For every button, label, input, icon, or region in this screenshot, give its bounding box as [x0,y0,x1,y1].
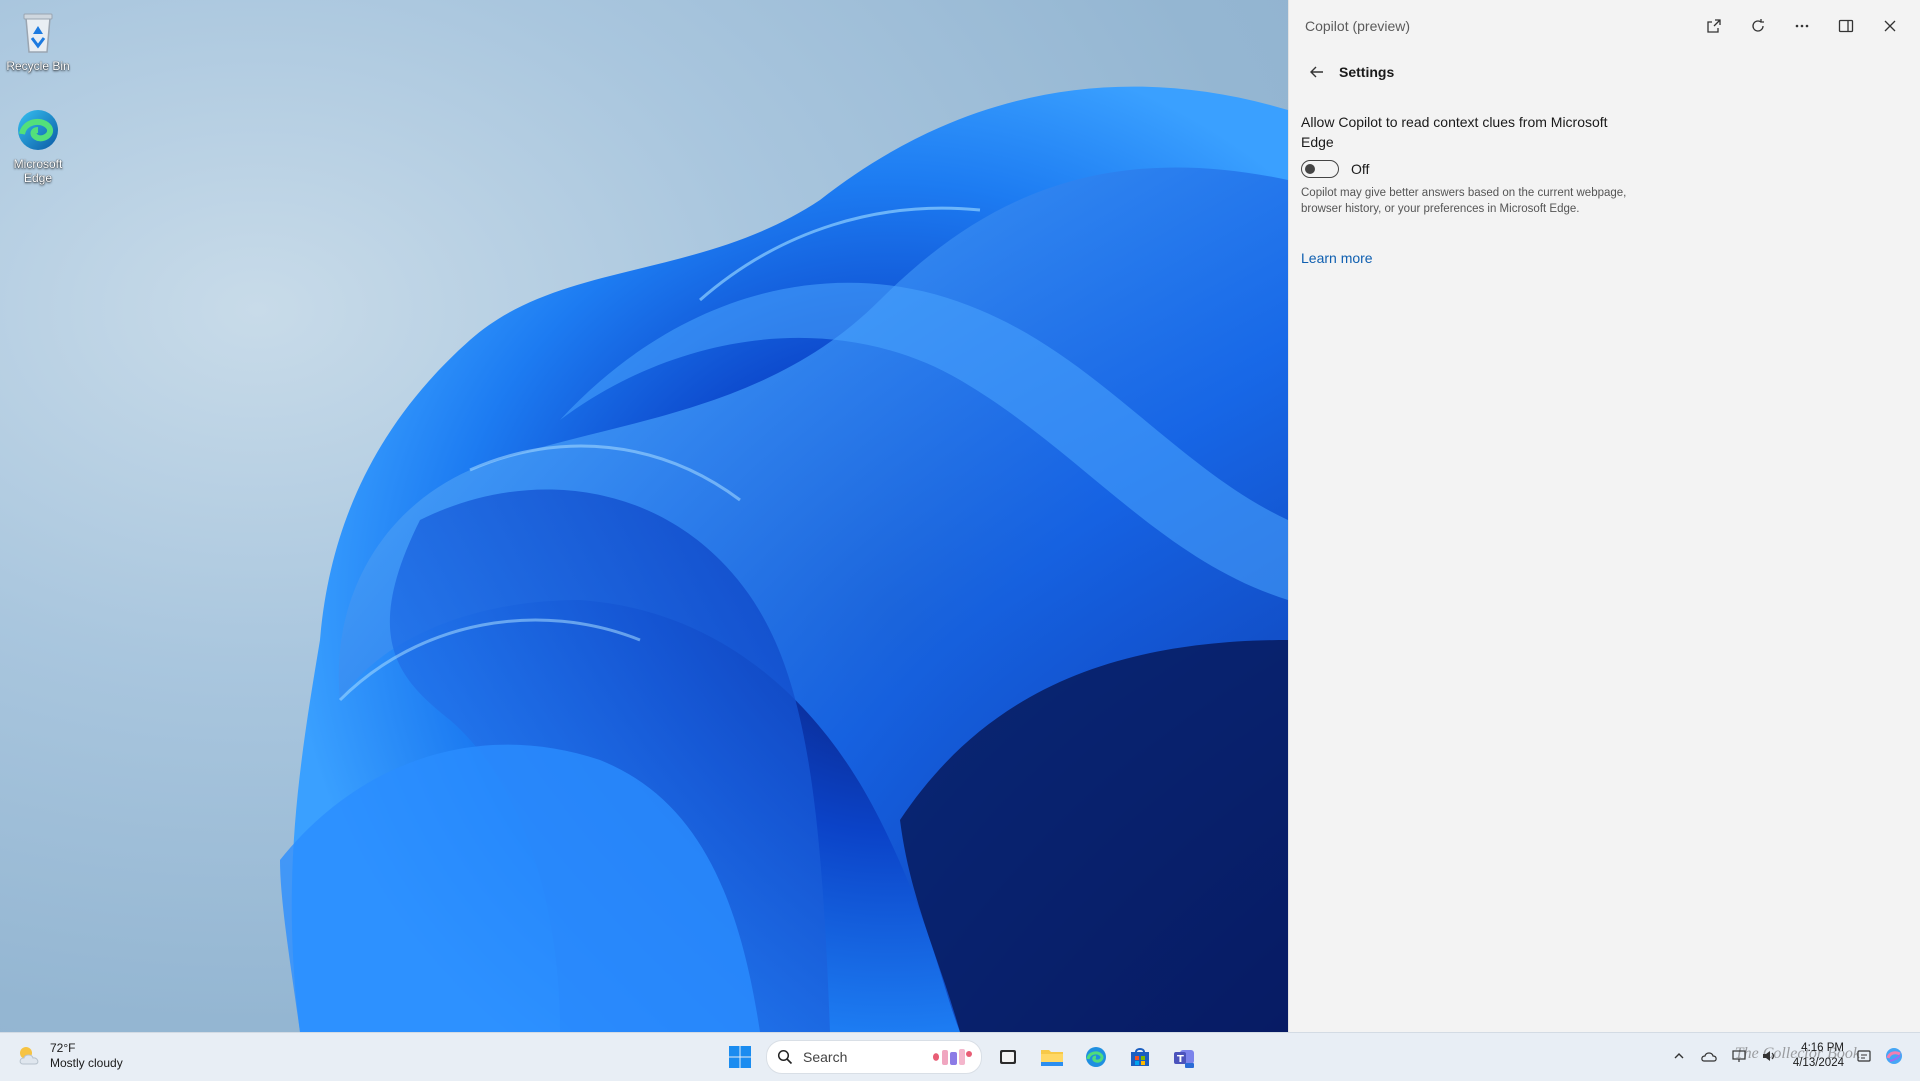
edge-icon [18,110,58,150]
settings-header: Settings [1303,58,1394,86]
edge-context-toggle[interactable] [1301,160,1339,178]
close-button[interactable] [1873,12,1907,40]
open-in-new-icon [1707,19,1721,33]
desktop: Recycle Bin Microsoft Edge [0,0,1288,1032]
taskbar: 72°F Mostly cloudy Search T The Collecto… [0,1032,1920,1081]
desktop-icon-recycle-bin[interactable]: Recycle Bin [4,8,72,73]
volume-button[interactable] [1759,1046,1779,1066]
edge-icon [1086,1047,1106,1067]
clock-date: 4/13/2024 [1792,1057,1844,1069]
more-icon [1795,24,1809,28]
taskbar-apps: Search T [722,1039,1202,1075]
copilot-taskbar-button[interactable] [1884,1046,1904,1066]
onedrive-button[interactable] [1699,1046,1719,1066]
network-icon [1732,1050,1746,1062]
refresh-button[interactable] [1741,12,1775,40]
system-tray: 4:16 PM 4/13/2024 [1669,1041,1904,1071]
notifications-button[interactable] [1854,1046,1874,1066]
settings-title: Settings [1339,64,1395,80]
wallpaper-bloom [280,86,1288,1032]
show-hidden-icons-button[interactable] [1669,1046,1689,1066]
notification-icon [1857,1050,1871,1062]
edge-context-setting-label: Allow Copilot to read context clues from… [1301,114,1608,150]
task-view-button[interactable] [990,1039,1026,1075]
desktop-icon-label: Recycle Bin [6,59,70,73]
toggle-knob [1305,164,1315,174]
teams-icon: T [1174,1050,1194,1068]
edge-context-description: Copilot may give better answers based on… [1301,187,1627,215]
svg-text:T: T [1177,1054,1184,1065]
search-icon [777,1049,793,1065]
desktop-icon-label: Microsoft Edge [13,157,63,185]
refresh-icon [1752,19,1764,32]
store-icon [1131,1048,1149,1066]
edge-taskbar-button[interactable] [1078,1039,1114,1075]
file-explorer-button[interactable] [1034,1039,1070,1075]
task-view-icon [1000,1050,1016,1064]
close-icon [1884,20,1896,32]
start-button[interactable] [722,1039,758,1075]
chevron-up-icon [1674,1053,1684,1059]
file-explorer-icon [1041,1050,1063,1066]
back-button[interactable] [1303,58,1331,86]
taskbar-clock[interactable]: 4:16 PM 4/13/2024 [1793,1041,1844,1071]
open-in-new-button[interactable] [1697,12,1731,40]
partly-cloudy-icon [19,1047,39,1065]
store-button[interactable] [1122,1039,1158,1075]
desktop-icon-edge[interactable]: Microsoft Edge [4,106,72,185]
weather-condition: Mostly cloudy [50,1056,123,1070]
cloud-icon [1701,1052,1717,1062]
back-arrow-icon [1310,66,1323,78]
recycle-bin-icon [23,13,53,53]
teams-button[interactable]: T [1166,1039,1202,1075]
copilot-icon [1886,1048,1902,1064]
taskbar-search-box[interactable]: Search [766,1040,982,1074]
split-view-icon [1838,19,1854,33]
toggle-state-label: Off [1351,161,1370,177]
copilot-panel: Copilot (preview) Settings Allow Copilot… [1288,0,1920,1032]
speaker-icon [1762,1051,1774,1061]
network-button[interactable] [1729,1046,1749,1066]
search-highlight-art [919,1046,973,1068]
start-icon [729,1046,751,1068]
panel-title: Copilot (preview) [1305,18,1411,34]
search-placeholder: Search [803,1049,848,1065]
split-view-button[interactable] [1829,12,1863,40]
panel-controls [1697,12,1907,40]
weather-temp: 72°F [50,1041,76,1055]
learn-more-link[interactable]: Learn more [1301,250,1373,266]
weather-widget[interactable]: 72°F Mostly cloudy [16,1041,123,1071]
edge-context-toggle-row: Off [1301,160,1369,178]
clock-time: 4:16 PM [1801,1042,1844,1054]
more-options-button[interactable] [1785,12,1819,40]
